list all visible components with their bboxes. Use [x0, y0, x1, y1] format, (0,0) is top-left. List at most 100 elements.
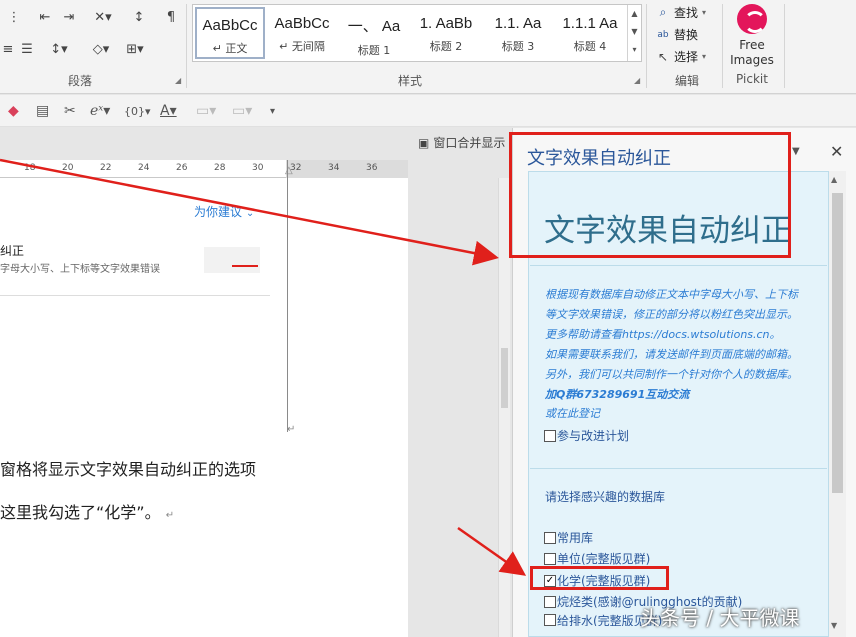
database-checkbox-unit[interactable]: 单位(完整版见群) — [544, 550, 650, 567]
ruler-tick: 18 — [24, 163, 36, 173]
borders-icon[interactable]: ⊞▾ — [120, 38, 150, 60]
pickit-label-line1: Free — [739, 38, 765, 52]
gallery-up-icon[interactable]: ▲ — [628, 5, 641, 23]
checkbox-box[interactable] — [544, 595, 556, 608]
distributed-icon[interactable]: ☰ — [18, 38, 36, 60]
pane-scrollbar[interactable]: ▲ ▼ — [829, 171, 846, 637]
ruler-tick: 28 — [214, 163, 226, 173]
close-icon[interactable]: ✕ — [830, 142, 843, 161]
ruler-tick: 22 — [100, 163, 112, 173]
style-sample: 1. AaBb — [419, 15, 473, 32]
section-divider — [530, 468, 827, 469]
scroll-up-icon[interactable]: ▲ — [831, 175, 837, 184]
ribbon-divider — [646, 4, 647, 88]
database-label: 单位(完整版见群) — [557, 552, 651, 566]
register-link[interactable]: 或在此登记 — [545, 405, 600, 421]
ribbon-divider — [722, 4, 723, 88]
style-tile[interactable]: AaBbCc ↵ 正文 — [195, 7, 265, 59]
sort-icon[interactable]: ↕ — [128, 6, 150, 28]
format-icon[interactable]: ▤ — [36, 101, 49, 121]
improve-plan-checkbox[interactable]: 参与改进计划 — [544, 427, 629, 444]
replace-icon: ab — [657, 29, 669, 40]
checkbox-box[interactable] — [544, 552, 556, 565]
paragraph-launcher-icon[interactable]: ◢ — [175, 76, 181, 85]
style-name: ↵ 正文 — [212, 42, 248, 55]
style-name: 标题 4 — [573, 40, 607, 53]
show-marks-icon[interactable]: ¶ — [160, 6, 182, 28]
horizontal-ruler[interactable]: 18 20 22 24 26 28 30 32 34 36 — [0, 160, 408, 178]
style-sample: AaBbCc — [202, 17, 258, 34]
document-text-content: 这里我勾选了“化学”。 — [0, 503, 161, 522]
field-code-icon[interactable]: {0}▾ — [124, 101, 151, 121]
cursor-icon: ↖ — [657, 49, 669, 64]
checkbox-box[interactable] — [544, 531, 556, 544]
chinese-layout-icon[interactable]: ✕▾ — [88, 6, 118, 28]
eraser-icon[interactable]: ◆ — [8, 101, 19, 121]
ruler-tick: 26 — [176, 163, 188, 173]
group-icon[interactable]: ▭▾ — [232, 101, 252, 121]
ruler-tick: 24 — [138, 163, 150, 173]
pickit-button[interactable]: Free Images — [726, 38, 778, 68]
decrease-indent-icon[interactable]: ⇤ — [34, 6, 56, 28]
group-label-pickit: Pickit — [736, 72, 768, 86]
quick-toolbar: ◆ ▤ ✂ eˣ▾ {0}▾ A▾ ▭▾ ▭▾ ▾ — [0, 95, 856, 127]
style-tile[interactable]: 1.1. Aa 标题 3 — [483, 7, 553, 59]
style-tile[interactable]: 一、 Aa 标题 1 — [339, 7, 409, 59]
group-label-editing: 编辑 — [674, 74, 699, 88]
scroll-down-icon[interactable]: ▼ — [831, 621, 837, 630]
pickit-logo-icon[interactable] — [737, 4, 767, 34]
style-tile[interactable]: 1. AaBb 标题 2 — [411, 7, 481, 59]
ribbon-divider — [186, 4, 187, 88]
style-name: 标题 1 — [357, 44, 391, 57]
ruler-margin-area — [286, 160, 408, 178]
find-button[interactable]: ⌕ 查找 ▾ — [656, 4, 706, 21]
document-text-line[interactable]: 窗格将显示文字效果自动纠正的选项 — [0, 456, 256, 480]
line-numbering-icon[interactable]: ⋮ — [2, 6, 26, 28]
window-icon: ▣ — [418, 135, 430, 150]
font-color-icon[interactable]: A▾ — [160, 101, 177, 121]
clear-format-icon[interactable]: ✂ — [64, 101, 76, 121]
select-label: 选择 — [674, 50, 699, 64]
style-sample: 1.1. Aa — [494, 15, 542, 32]
ribbon: ⋮ ⇤ ⇥ ✕▾ ↕ ¶ ≡ ☰ ↕▾ ◇▾ ⊞▾ 段落 ◢ AaBbCc ↵ 正… — [0, 0, 856, 94]
pickit-label-line2: Images — [730, 53, 774, 67]
pane-options-icon[interactable]: ▼ — [792, 146, 800, 157]
database-label: 常用库 — [557, 531, 594, 545]
document-text-line[interactable]: 这里我勾选了“化学”。 ↵ — [0, 499, 174, 523]
scrollbar-thumb[interactable] — [501, 348, 508, 408]
scrollbar-thumb[interactable] — [832, 193, 843, 493]
gallery-more-icon[interactable]: ▾ — [628, 41, 641, 59]
shading-icon[interactable]: ◇▾ — [86, 38, 116, 60]
styles-launcher-icon[interactable]: ◢ — [634, 76, 640, 85]
checkbox-box[interactable] — [544, 614, 556, 626]
suggestion-link[interactable]: 为你建议 ⌄ — [194, 203, 254, 220]
justify-icon[interactable]: ≡ — [0, 38, 16, 60]
gallery-scroll[interactable]: ▲ ▼ ▾ — [627, 5, 641, 61]
line-spacing-icon[interactable]: ↕▾ — [44, 38, 74, 60]
description-line: 更多帮助请查看https://docs.wtsolutions.cn。 — [545, 328, 781, 341]
qq-group-text: 加Q群673289691互动交流 — [545, 388, 690, 401]
ruler-tick: 34 — [328, 163, 340, 173]
style-tile[interactable]: 1.1.1 Aa 标题 4 — [555, 7, 625, 59]
ruler-tick: 30 — [252, 163, 264, 173]
style-sample: AaBbCc — [274, 15, 330, 32]
select-button[interactable]: ↖ 选择 ▾ — [656, 48, 706, 65]
shape-icon[interactable]: ▭▾ — [196, 101, 216, 121]
replace-button[interactable]: ab 替换 — [656, 26, 698, 43]
merge-display-button[interactable]: ▣ 窗口合并显示 — [418, 134, 505, 151]
indent-marker-icon[interactable]: △ — [285, 165, 293, 176]
suggestion-link-label: 为你建议 — [194, 205, 243, 219]
style-name: 标题 2 — [429, 40, 463, 53]
improve-plan-label: 参与改进计划 — [557, 429, 630, 443]
database-checkbox-common[interactable]: 常用库 — [544, 529, 593, 546]
style-tile[interactable]: AaBbCc ↵ 无间隔 — [267, 7, 337, 59]
suggestion-card-desc: 字母大小写、上下标等文字效果错误 — [0, 264, 160, 275]
gallery-down-icon[interactable]: ▼ — [628, 23, 641, 41]
equation-icon[interactable]: eˣ▾ — [90, 101, 110, 121]
increase-indent-icon[interactable]: ⇥ — [58, 6, 80, 28]
suggestion-card-title: 纠正 — [0, 244, 25, 258]
search-icon: ⌕ — [659, 5, 667, 19]
checkbox-box[interactable] — [544, 429, 556, 442]
customize-toolbar-icon[interactable]: ▾ — [270, 101, 275, 121]
style-sample: 1.1.1 Aa — [562, 15, 618, 32]
